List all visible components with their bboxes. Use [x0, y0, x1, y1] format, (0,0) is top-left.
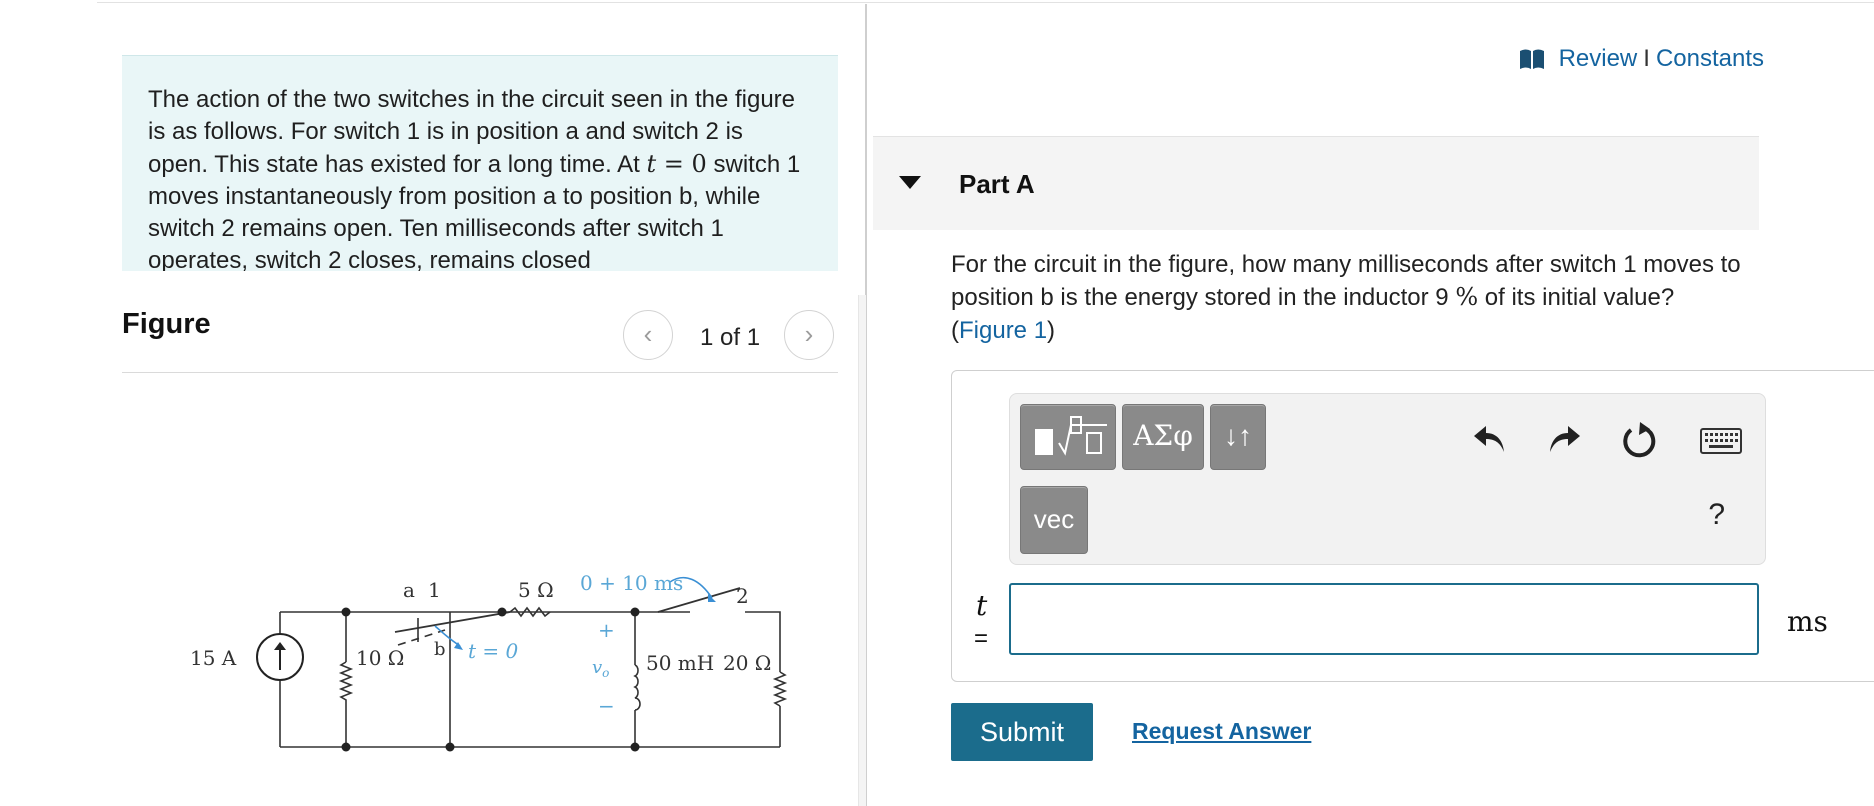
math-toolbar: ΑΣφ ↓↑ vec ?	[1009, 393, 1766, 565]
figure-pager-label: 1 of 1	[700, 324, 761, 351]
book-icon	[1519, 49, 1544, 69]
percent-symbol: %	[1455, 283, 1479, 311]
redo-icon[interactable]	[1546, 422, 1582, 456]
answer-equals: =	[974, 625, 989, 652]
label-r3: 20 Ω	[723, 651, 771, 675]
chevron-right-icon: ›	[804, 319, 814, 349]
answer-area: ΑΣφ ↓↑ vec ? t = ms	[951, 370, 1874, 682]
chevron-left-icon: ‹	[643, 319, 653, 349]
problem-statement-panel: The action of the two switches in the ci…	[122, 55, 838, 271]
help-button[interactable]: ?	[1708, 498, 1725, 532]
label-b: b	[434, 639, 446, 660]
review-constants-links: Review I Constants	[1519, 44, 1764, 74]
caret-down-icon[interactable]	[899, 176, 921, 189]
label-inductor: 50 mH	[646, 651, 714, 675]
problem-statement: The action of the two switches in the ci…	[148, 84, 808, 271]
link-separator: I	[1643, 45, 1650, 72]
circuit-diagram: 15 A 10 Ω a 1 b t = 0 5 Ω 0 + 10 ms 2 + …	[190, 571, 788, 752]
question-close-paren: )	[1047, 317, 1056, 344]
request-answer-link[interactable]: Request Answer	[1132, 718, 1311, 745]
label-switch1-time: t = 0	[468, 639, 519, 663]
constants-link[interactable]: Constants	[1656, 45, 1764, 73]
answer-unit: ms	[1787, 605, 1828, 638]
label-switch2-time: 0 + 10 ms	[580, 571, 683, 595]
fraction-root-template-icon	[1035, 416, 1107, 456]
question-text: For the circuit in the figure, how many …	[951, 248, 1741, 347]
circuit-nodes	[341, 607, 640, 752]
label-r1: 10 Ω	[356, 646, 404, 670]
label-source: 15 A	[190, 646, 237, 670]
label-a: a	[403, 578, 415, 602]
current-source	[256, 633, 304, 681]
figure-previous-button[interactable]: ‹	[623, 310, 673, 360]
templates-button[interactable]	[1020, 404, 1116, 470]
label-vo: vo	[592, 657, 609, 680]
label-r2: 5 Ω	[518, 578, 554, 602]
answer-input[interactable]	[1009, 583, 1759, 655]
resistor-20-ohm	[772, 671, 788, 707]
figure-next-button[interactable]: ›	[784, 310, 834, 360]
undo-icon[interactable]	[1472, 422, 1508, 456]
submit-button[interactable]: Submit	[951, 703, 1093, 761]
answer-variable: t	[976, 589, 988, 622]
part-title: Part A	[959, 169, 1035, 199]
top-divider	[97, 2, 1874, 3]
inductor-50-mh	[633, 664, 641, 711]
figure-heading: Figure	[122, 308, 211, 340]
label-minus: −	[598, 694, 615, 718]
keyboard-icon[interactable]	[1700, 428, 1742, 454]
scrollbar-track[interactable]	[858, 295, 866, 806]
resistor-10-ohm	[338, 661, 354, 708]
label-1: 1	[428, 578, 441, 602]
figure-1-link[interactable]: Figure 1	[959, 317, 1047, 344]
label-2: 2	[736, 584, 749, 608]
vector-button[interactable]: vec	[1020, 486, 1088, 554]
math-variable-t: t	[646, 150, 657, 178]
part-a-header[interactable]: Part A	[873, 136, 1759, 230]
label-plus: +	[598, 618, 615, 642]
arrows-button[interactable]: ↓↑	[1210, 404, 1266, 470]
reset-icon[interactable]	[1620, 420, 1660, 460]
review-link[interactable]: Review	[1559, 45, 1638, 73]
math-equals-zero: = 0	[656, 150, 707, 178]
figure-divider	[122, 372, 838, 373]
greek-symbols-button[interactable]: ΑΣφ	[1122, 404, 1204, 470]
